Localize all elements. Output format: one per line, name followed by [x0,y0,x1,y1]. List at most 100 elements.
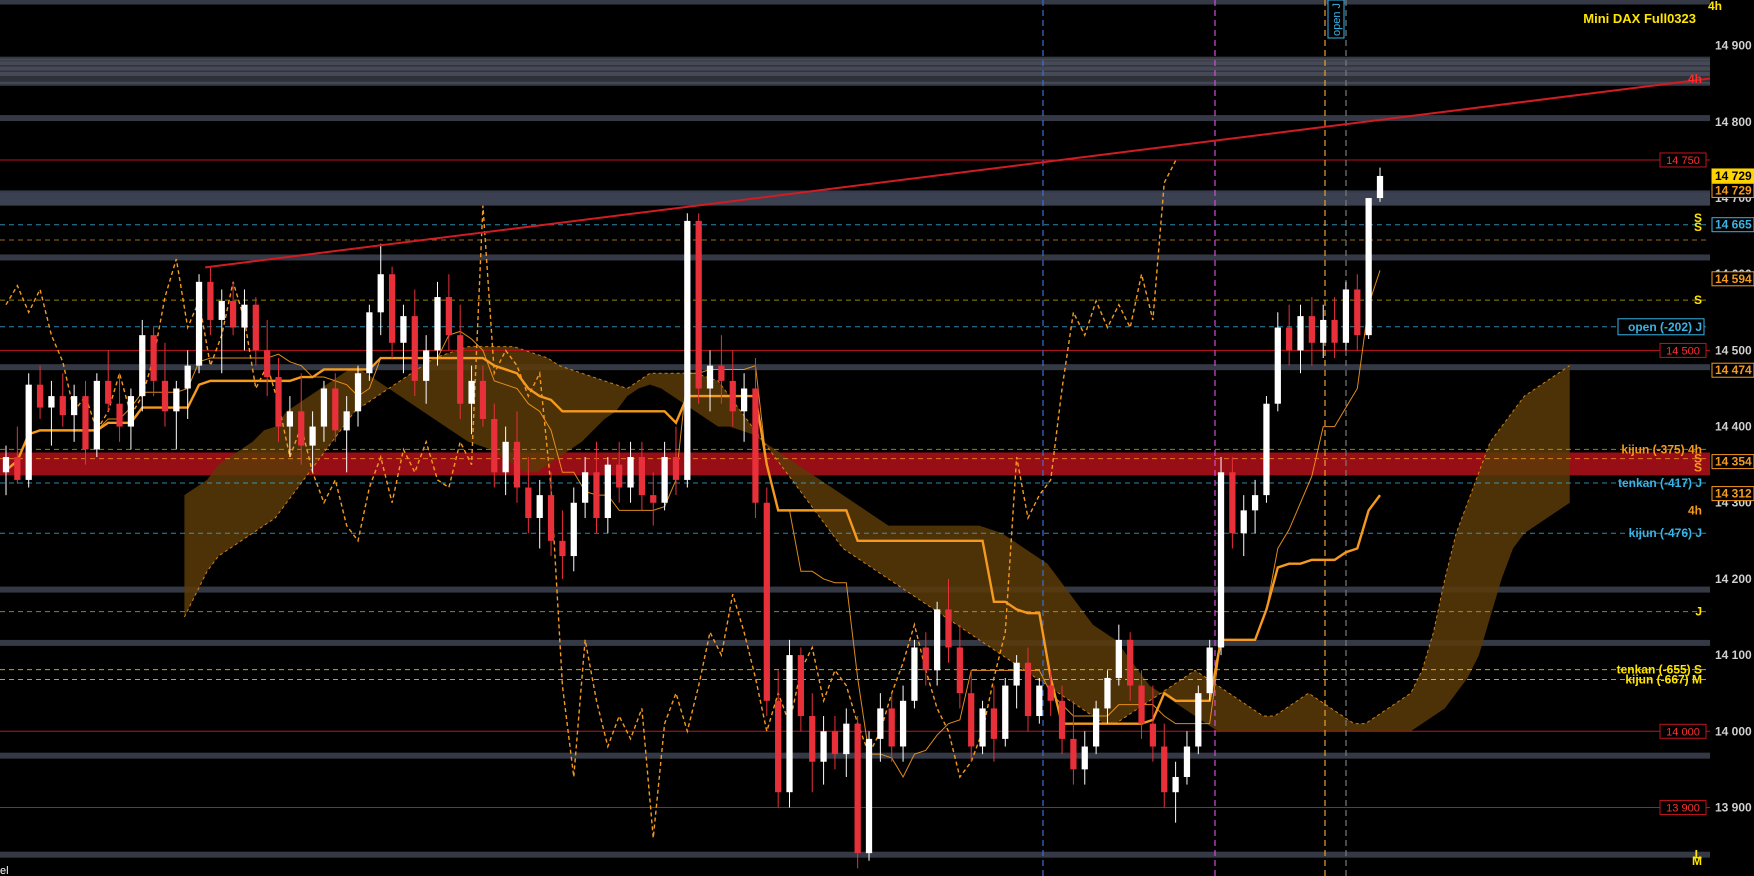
axis-tick-label: 14 000 [1715,724,1752,738]
bull-candle [354,373,362,412]
bear-candle [298,411,305,446]
bear-candle [252,304,259,351]
bull-candle [740,388,748,412]
bull-candle [934,609,941,671]
bull-candle [139,335,146,397]
level-annotation: open (-202) J [1628,320,1702,334]
bear-candle [264,350,271,378]
axis-tick-label: 14 100 [1715,648,1752,662]
bear-candle [1070,738,1077,770]
axis-tick-label: 14 500 [1715,343,1752,357]
bull-candle [1206,647,1213,694]
gray-band [0,364,1710,371]
bear-candle [1138,685,1145,724]
red-level-tag: 14 750 [1666,155,1700,167]
bull-candle [911,647,918,701]
price-tag: 14 665 [1715,218,1752,232]
bear-candle [593,472,600,518]
level-annotation: J [1695,605,1702,619]
price-tag: 14 729 [1715,183,1752,197]
price-chart[interactable]: open J 14 90014 80014 70014 60014 50014 … [0,0,1754,876]
bear-candle [82,396,89,450]
bull-candle [1002,685,1009,739]
bull-candle [684,220,691,480]
bull-candle [570,502,577,557]
bull-candle [173,388,180,412]
bear-candle [105,380,112,404]
axis-tick-label: 13 900 [1715,800,1752,814]
bull-candle [1081,746,1088,770]
bear-candle [457,335,464,404]
bull-candle [93,380,100,450]
bull-candle [1263,403,1270,496]
bear-candle [945,609,952,648]
bear-candle [695,220,702,389]
price-tag: 14 354 [1715,455,1752,469]
level-annotation: kijun (-375) 4h [1621,442,1702,456]
cursor-label: el [0,865,9,876]
bear-candle [36,384,44,408]
bear-candle [513,441,521,488]
level-annotation: S [1694,293,1702,307]
bear-candle [650,495,657,503]
bear-candle [1354,289,1361,336]
bull-candle [423,350,430,381]
bull-candle [48,396,55,408]
bear-candle [729,380,736,412]
bull-candle [1013,662,1020,686]
bear-candle [411,316,418,381]
bear-candle [922,647,929,671]
level-annotation: kijun (-476) J [1629,526,1702,540]
bull-candle [71,396,78,416]
bear-candle [854,723,861,854]
bull-candle [241,304,248,328]
bear-candle [888,708,895,747]
bear-candle [752,388,759,503]
bull-candle [1115,639,1122,678]
bull-candle [1297,316,1304,351]
bear-candle [1308,316,1315,343]
bear-candle [559,540,566,557]
bear-candle [1161,746,1168,793]
bull-candle [706,365,714,389]
bear-candle [491,418,498,473]
bear-candle [388,274,396,343]
bull-candle [820,731,827,762]
level-annotation: 4h [1688,503,1702,517]
bull-candle [1251,495,1259,511]
bear-candle [1047,685,1054,701]
bear-candle [1058,700,1066,739]
bull-candle [865,738,873,854]
bear-candle [275,377,282,427]
gray-band [0,0,1710,5]
bear-candle [1127,639,1134,686]
level-annotation: M [1692,854,1702,868]
bear-candle [797,655,804,717]
bull-candle [1195,693,1202,747]
bull-candle [1240,510,1247,534]
bull-candle [1172,776,1179,793]
axis-background [1712,0,1754,876]
bull-candle [343,411,350,431]
bull-candle [979,708,986,747]
bull-candle [366,312,373,374]
bear-candle [763,502,770,701]
bear-candle [150,335,157,381]
gray-band [0,254,1710,261]
bear-candle [1229,472,1236,534]
bear-candle [14,457,21,480]
axis-tick-label: 14 200 [1715,572,1752,586]
bull-candle [1342,289,1350,343]
red-level-tag: 13 900 [1666,802,1700,814]
bear-candle [59,396,66,416]
bull-candle [604,464,611,518]
bull-candle [320,388,328,427]
bear-candle [332,388,339,431]
bull-candle [536,495,543,518]
bull-candle [309,426,316,446]
bear-candle [616,464,623,488]
bull-candle [400,316,407,343]
bear-candle [479,380,487,419]
price-tag: 14 594 [1715,272,1752,286]
price-axis: 14 90014 80014 70014 60014 50014 40014 3… [1712,0,1754,876]
